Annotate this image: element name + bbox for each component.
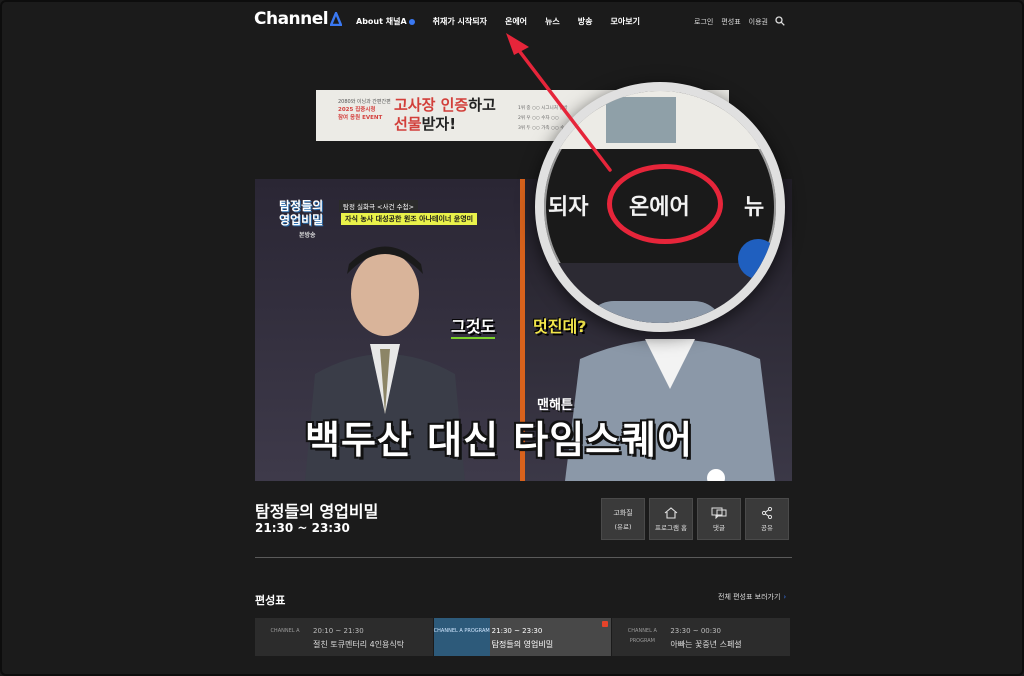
schedule-slot-current[interactable]: CHANNEL A PROGRAM 21:30 ~ 23:30 탐정들의 영업비… xyxy=(433,618,613,656)
nav-collection[interactable]: 모아보기 xyxy=(611,16,640,27)
share-icon xyxy=(761,506,773,519)
new-dot-icon xyxy=(408,18,415,25)
live-indicator-icon xyxy=(602,621,609,627)
comment-icon xyxy=(711,507,727,519)
show-logo: 탐정들의 영업비밀 본방송 xyxy=(279,199,324,239)
main-nav: About 채널A 취재가 시작되자 온에어 뉴스 방송 모아보기 xyxy=(356,16,640,27)
share-button[interactable]: 공유 xyxy=(745,498,789,540)
schedule-title: 편성표 xyxy=(255,594,286,607)
episode-caption: 탐정 실화극 <사건 수첩> xyxy=(339,200,418,212)
schedule-slot[interactable]: CHANNEL A 20:10 ~ 21:30 절친 토큐멘터리 4인용식탁 xyxy=(255,618,434,656)
comment-button[interactable]: 댓글 xyxy=(697,498,741,540)
broadcast-badge-icon xyxy=(707,469,725,481)
banner-headline: 고사장 인증하고 선물받자! xyxy=(394,96,496,133)
logo-a-icon xyxy=(330,12,343,26)
nav-news[interactable]: 뉴스 xyxy=(545,16,560,27)
schedule-link[interactable]: 편성표 xyxy=(721,17,740,27)
nav-item-2[interactable]: 취재가 시작되자 xyxy=(433,16,487,27)
mag-subtitle: 멋진데? xyxy=(544,299,591,315)
home-icon xyxy=(664,506,678,519)
nav-broadcast[interactable]: 방송 xyxy=(578,16,593,27)
subtitle-left: 그것도 xyxy=(451,313,496,339)
login-link[interactable]: 로그인 xyxy=(694,17,713,27)
page: Channel About 채널A 취재가 시작되자 온에어 뉴스 방송 모아보… xyxy=(0,0,1024,676)
schedule-strip: CHANNEL A 20:10 ~ 21:30 절친 토큐멘터리 4인용식탁 C… xyxy=(255,618,792,656)
utility-links: 로그인 편성표 이용권 xyxy=(694,17,768,27)
guest-caption: 자식 농사 대성공한 원조 아나테이너 윤영미 xyxy=(341,213,478,225)
pass-link[interactable]: 이용권 xyxy=(749,17,768,27)
hd-button[interactable]: 고화질 (유료) xyxy=(601,498,645,540)
full-schedule-link[interactable]: 전체 편성표 보러가기 › xyxy=(718,592,786,602)
mag-word-right: 뉴 xyxy=(744,195,765,220)
search-icon[interactable] xyxy=(775,16,785,26)
magnifier-overlay: 되자 온에어 뉴 멋진데? xyxy=(535,82,785,332)
schedule-slot[interactable]: CHANNEL A PROGRAM 23:30 ~ 00:30 아빠는 꽃중년 … xyxy=(612,618,792,656)
divider xyxy=(255,557,792,558)
highlight-circle xyxy=(607,164,723,244)
banner-small-text: 2080와 이닝과 간편간편 2025 집중시청 참여 응원 EVENT xyxy=(338,99,391,121)
chevron-right-icon: › xyxy=(783,593,787,601)
action-buttons: 고화질 (유료) 프로그램 홈 댓글 공유 xyxy=(601,498,789,540)
logo-text: Channel xyxy=(254,9,329,29)
program-thumbnail: CHANNEL A PROGRAM xyxy=(433,618,490,656)
program-thumbnail: CHANNEL A xyxy=(270,628,300,634)
program-thumbnail: CHANNEL A PROGRAM xyxy=(627,628,657,644)
channel-a-logo[interactable]: Channel xyxy=(254,9,343,29)
mag-word-left: 되자 xyxy=(548,195,589,220)
nav-onair[interactable]: 온에어 xyxy=(505,16,527,27)
subtitle-main: 백두산 대신 타임스퀘어 xyxy=(305,418,694,462)
nav-about[interactable]: About 채널A xyxy=(356,16,415,27)
program-home-button[interactable]: 프로그램 홈 xyxy=(649,498,693,540)
program-title: 탐정들의 영업비밀 xyxy=(255,502,379,521)
program-time: 21:30 ~ 23:30 xyxy=(255,521,350,535)
